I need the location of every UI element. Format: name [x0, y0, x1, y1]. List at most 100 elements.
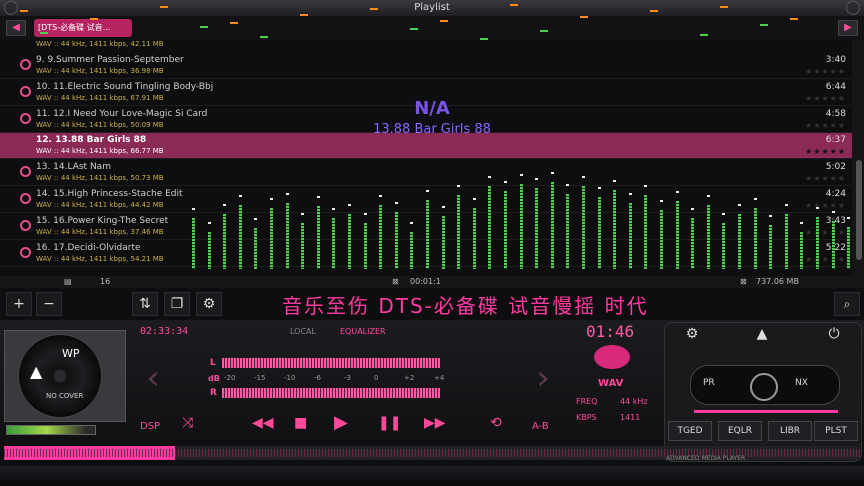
falling-dash — [580, 16, 588, 18]
row-duration: 3:43 — [825, 215, 846, 226]
pause-icon: ❚❚ — [378, 415, 402, 431]
row-info: WAV :: 44 kHz, 1411 kbps, 54.21 MB — [36, 254, 164, 263]
menu-button[interactable] — [846, 1, 860, 15]
falling-dash — [700, 34, 708, 36]
spectrum-peak — [238, 194, 242, 197]
add-button[interactable]: + — [6, 292, 32, 316]
dsp-button[interactable]: DSP — [140, 421, 160, 432]
shuffle-button[interactable]: ⤨ — [182, 415, 193, 431]
spectrum-peak — [426, 190, 429, 192]
row-title: 14. 15.High Princess-Stache Edit — [36, 189, 183, 199]
row-rating[interactable]: ★★★★★ — [805, 147, 846, 156]
repeat-button[interactable]: ⟲ — [490, 415, 502, 431]
next-panel-arrow[interactable]: › — [528, 358, 558, 398]
close-window-button[interactable] — [4, 1, 18, 15]
row-rating[interactable]: ★★★★★ — [805, 67, 846, 76]
digital-time: 01:46 — [586, 322, 635, 341]
meter-scale-tick: -3 — [344, 374, 351, 382]
row-duration: 5:22 — [825, 242, 846, 253]
play-button[interactable]: ▶ — [334, 412, 348, 433]
spectrum-peak — [613, 179, 617, 182]
search-button[interactable]: ⌕ — [834, 292, 860, 316]
spectrum-peak — [847, 216, 851, 219]
meter-scale-tick: 0 — [374, 374, 379, 382]
spectrum-bar — [566, 193, 570, 269]
playlist-row[interactable]: 12. 13.88 Bar Girls 88 WAV :: 44 kHz, 14… — [0, 133, 852, 160]
row-rating[interactable]: ★★★★★ — [805, 174, 846, 183]
spectrum-bar — [613, 189, 617, 269]
falling-dash — [790, 18, 798, 20]
power-button[interactable]: ⏻ — [824, 326, 844, 346]
spectrum-peak — [706, 194, 710, 197]
scrollbar-thumb[interactable] — [856, 160, 862, 260]
repeat-icon: ⟲ — [490, 415, 502, 431]
prev-panel-arrow[interactable]: ‹ — [138, 358, 168, 398]
rewind-button[interactable]: ◀◀ — [252, 415, 274, 431]
select-button[interactable]: ❐ — [164, 292, 190, 316]
fast-forward-icon: ▶▶ — [424, 415, 446, 431]
library-button[interactable]: LIBR — [768, 421, 812, 441]
playlist-row[interactable]: 13. 14.LAst Nam WAV :: 44 kHz, 1411 kbps… — [0, 160, 852, 187]
remove-button[interactable]: − — [36, 292, 62, 316]
brand-button[interactable]: ▲ — [752, 326, 772, 346]
row-rating[interactable]: ★★★★★ — [805, 255, 846, 264]
settings-gear-button[interactable]: ⚙ — [682, 326, 702, 346]
time-icon: ⊠ — [392, 277, 399, 286]
spectrum-peak — [738, 203, 741, 206]
ab-repeat-button[interactable]: A-B — [532, 421, 549, 432]
spectrum-peak — [831, 211, 835, 214]
status-bar: ▤ 16 ⊠ 00:01:1 ⊠ 737.06 MB — [0, 276, 864, 288]
meter-left-label: L — [210, 358, 216, 368]
row-duration: 5:02 — [825, 162, 846, 173]
equalizer-button[interactable]: EQLR — [718, 421, 762, 441]
kbps-value: 1411 — [620, 413, 641, 422]
forward-button-transport[interactable]: ▶▶ — [424, 415, 446, 431]
spectrum-bar — [441, 215, 445, 269]
prev-track-label[interactable]: PR — [703, 378, 715, 388]
scrolling-marquee: 音乐至伤 DTS-必备碟 试音慢摇 时代 — [282, 294, 649, 318]
select-icon: ❐ — [170, 296, 184, 312]
playlist-button[interactable]: PLST — [814, 421, 858, 441]
settings-button[interactable]: ⚙ — [196, 292, 222, 316]
falling-dash — [160, 6, 168, 8]
playlist-toolbar: ◀ [DTS-必备碟 试音... ▶ — [0, 16, 864, 40]
logo-icon: ▲ — [30, 362, 43, 381]
falling-dash — [20, 10, 28, 12]
row-rating[interactable]: ★★★★★ — [805, 228, 846, 237]
falling-dash — [410, 28, 418, 30]
playlist-row[interactable]: 9. 9.Summer Passion-September WAV :: 44 … — [0, 53, 852, 79]
forward-button[interactable]: ▶ — [838, 20, 858, 36]
spectrum-peak — [722, 213, 726, 215]
spectrum-bar — [348, 213, 351, 269]
sort-button[interactable]: ⇅ — [132, 292, 158, 316]
falling-dash — [370, 8, 378, 10]
format-label: WAV — [598, 378, 624, 389]
row-duration: 3:40 — [825, 55, 846, 65]
spectrum-peak — [332, 208, 336, 211]
stop-button[interactable]: ■ — [294, 415, 307, 431]
playlist-tag[interactable]: [DTS-必备碟 试音... — [34, 19, 132, 37]
row-rating[interactable]: ★★★★★ — [805, 201, 846, 210]
volume-meter[interactable] — [6, 425, 96, 435]
footer-label: ADVANCED MEDIA PLAYER — [666, 455, 746, 462]
spectrum-peak — [675, 190, 679, 193]
spectrum-bar — [706, 204, 710, 269]
spectrum-peak — [301, 213, 305, 215]
meter-scale-tick: -6 — [314, 374, 321, 382]
center-button[interactable] — [750, 373, 778, 401]
spectrum-bar — [753, 208, 757, 269]
tab-equalizer[interactable]: EQUALIZER — [340, 327, 386, 336]
meter-scale-tick: +2 — [404, 374, 415, 382]
now-playing-title: 13.88 Bar Girls 88 — [373, 122, 491, 137]
back-button[interactable]: ◀ — [6, 20, 26, 36]
tab-local[interactable]: LOCAL — [290, 327, 316, 336]
forward-arrow-icon: ▶ — [844, 22, 852, 33]
freq-label: FREQ — [576, 397, 598, 406]
spectrum-peak — [582, 176, 585, 179]
pause-button[interactable]: ❚❚ — [378, 415, 401, 431]
spectrum-bar — [582, 186, 585, 269]
spectrum-bar — [722, 223, 726, 269]
tag-editor-button[interactable]: TGED — [668, 421, 712, 441]
spectrum-bar — [192, 218, 195, 269]
next-track-label[interactable]: NX — [795, 378, 808, 388]
